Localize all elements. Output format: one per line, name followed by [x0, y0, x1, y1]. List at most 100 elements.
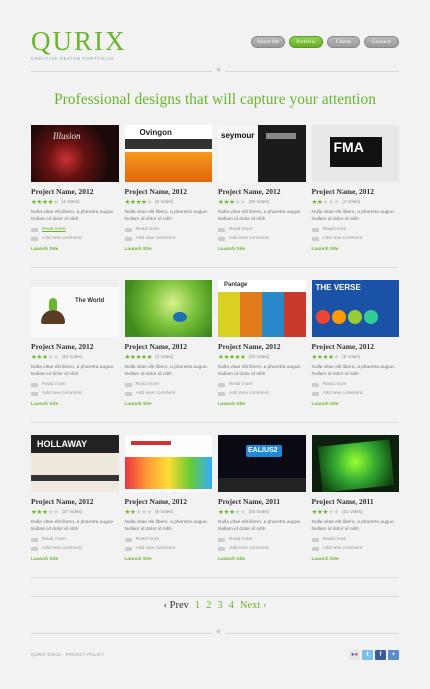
launch-site-link[interactable]: Launch Site	[218, 402, 306, 407]
rating: ★★★★★ (44 Votes)	[31, 353, 119, 361]
share-icon[interactable]: +	[388, 650, 399, 660]
read-more-link[interactable]: Read more	[311, 536, 400, 543]
add-comment-link[interactable]: Add new comment	[31, 235, 119, 242]
thumb-text: seymour	[221, 131, 255, 140]
nav-clients[interactable]: Clients	[327, 36, 360, 48]
launch-site-link[interactable]: Launch Site	[312, 557, 400, 562]
add-comment-link[interactable]: Add new comment	[218, 545, 306, 552]
read-more-link[interactable]: Read more	[31, 226, 119, 233]
project-thumbnail[interactable]	[124, 280, 212, 337]
project-card: seymour Project Name, 2012 ★★★★★ (39 Votes)…	[218, 125, 306, 280]
project-thumbnail[interactable]: FMA	[311, 125, 399, 182]
project-thumbnail[interactable]	[311, 435, 399, 492]
read-more-link[interactable]: Read more	[124, 226, 213, 233]
launch-site-link[interactable]: Launch Site	[218, 557, 306, 562]
facebook-icon[interactable]: f	[375, 650, 386, 660]
project-title[interactable]: Project Name, 2012	[31, 497, 119, 506]
read-more-link[interactable]: Read more	[311, 381, 400, 388]
page-link-4[interactable]: 4	[229, 600, 234, 611]
star-rating-icon[interactable]: ★★★★★	[125, 508, 153, 516]
project-title[interactable]: Project Name, 2012	[312, 187, 400, 196]
project-title[interactable]: Project Name, 2012	[31, 187, 119, 196]
nav-portfolio[interactable]: Portfolio	[289, 36, 323, 48]
star-rating-icon[interactable]: ★★★★★	[31, 353, 59, 361]
rating: ★★★★★ (4 Votes)	[312, 198, 400, 206]
project-thumbnail[interactable]: The World	[31, 280, 119, 337]
project-title[interactable]: Project Name, 2012	[125, 342, 213, 351]
read-more-link[interactable]: Read more	[31, 536, 119, 543]
launch-site-link[interactable]: Launch Site	[125, 557, 213, 562]
twitter-icon[interactable]: t	[362, 650, 373, 660]
project-title[interactable]: Project Name, 2012	[31, 342, 119, 351]
star-rating-icon[interactable]: ★★★★★	[125, 198, 153, 206]
star-rating-icon[interactable]: ★★★★★	[312, 353, 340, 361]
launch-site-link[interactable]: Launch Site	[312, 247, 400, 252]
add-comment-link[interactable]: Add new comment	[218, 390, 306, 397]
project-title[interactable]: Project Name, 2011	[218, 497, 306, 506]
star-rating-icon[interactable]: ★★★★★	[31, 508, 59, 516]
project-thumbnail[interactable]: EALIUS2	[218, 435, 306, 492]
launch-site-link[interactable]: Launch Site	[31, 557, 119, 562]
nav-about-me[interactable]: About Me	[251, 36, 285, 48]
next-page-link[interactable]: Next ›	[240, 600, 267, 611]
prev-page-link[interactable]: ‹ Prev	[164, 600, 189, 611]
add-comment-link[interactable]: Add new comment	[124, 390, 213, 397]
read-more-link[interactable]: Read more	[311, 226, 400, 233]
project-title[interactable]: Project Name, 2012	[125, 497, 213, 506]
launch-site-link[interactable]: Launch Site	[218, 247, 306, 252]
logo[interactable]: QURIX CREATIVE DESIGN PORTFOLIO	[31, 27, 127, 61]
add-comment-link[interactable]: Add new comment	[31, 390, 119, 397]
project-title[interactable]: Project Name, 2012	[312, 342, 400, 351]
vote-count: (37 Votes)	[61, 509, 83, 514]
add-comment-label: Add new comment	[135, 546, 176, 551]
star-rating-icon[interactable]: ★★★★★	[31, 198, 59, 206]
star-rating-icon[interactable]: ★★★★★	[312, 508, 340, 516]
project-thumbnail[interactable]	[124, 435, 212, 492]
comment-icon	[31, 236, 38, 241]
star-rating-icon[interactable]: ★★★★★	[125, 353, 153, 361]
add-comment-link[interactable]: Add new comment	[311, 545, 400, 552]
project-thumbnail[interactable]: seymour	[218, 125, 306, 182]
project-title[interactable]: Project Name, 2012	[125, 187, 213, 196]
project-thumbnail[interactable]: Pantage	[218, 280, 306, 337]
read-more-link[interactable]: Read more	[218, 381, 306, 388]
star-rating-icon[interactable]: ★★★★★	[218, 508, 246, 516]
add-comment-link[interactable]: Add new comment	[218, 235, 306, 242]
launch-site-link[interactable]: Launch Site	[125, 402, 213, 407]
star-rating-icon[interactable]: ★★★★★	[218, 353, 246, 361]
project-thumbnail[interactable]: Illusion	[31, 125, 119, 182]
project-title[interactable]: Project Name, 2012	[218, 342, 306, 351]
page-link-1[interactable]: 1	[195, 600, 200, 611]
page-link-2[interactable]: 2	[206, 600, 211, 611]
read-more-link[interactable]: Read more	[218, 536, 306, 543]
read-more-label: Read more	[229, 382, 253, 387]
document-icon	[124, 382, 132, 387]
read-more-link[interactable]: Read more	[218, 226, 306, 233]
read-more-link[interactable]: Read more	[31, 381, 119, 388]
project-title[interactable]: Project Name, 2012	[218, 187, 306, 196]
star-rating-icon[interactable]: ★★★★★	[312, 198, 340, 206]
nav-contacts[interactable]: Contacts	[364, 36, 399, 48]
add-comment-link[interactable]: Add new comment	[124, 235, 213, 242]
star-rating-icon[interactable]: ★★★★★	[218, 198, 246, 206]
add-comment-link[interactable]: Add new comment	[124, 545, 213, 552]
flickr-icon[interactable]: ● ●	[349, 650, 360, 660]
launch-site-link[interactable]: Launch Site	[31, 247, 119, 252]
comment-icon	[311, 236, 319, 241]
read-more-link[interactable]: Read more	[124, 381, 213, 388]
add-comment-link[interactable]: Add new comment	[31, 545, 119, 552]
project-thumbnail[interactable]: THE VERSE	[311, 280, 399, 337]
launch-site-link[interactable]: Launch Site	[125, 247, 213, 252]
project-card: Ovingon Project Name, 2012 ★★★★★ (6 Votes) N…	[124, 125, 213, 280]
project-title[interactable]: Project Name, 2011	[312, 497, 400, 506]
rating: ★★★★★ (37 Votes)	[31, 508, 119, 516]
project-thumbnail[interactable]: Ovingon	[124, 125, 212, 182]
add-comment-link[interactable]: Add new comment	[311, 390, 400, 397]
read-more-link[interactable]: Read more	[124, 536, 213, 543]
launch-site-link[interactable]: Launch Site	[31, 402, 119, 407]
read-more-label: Read more	[42, 382, 66, 387]
page-link-3[interactable]: 3	[217, 600, 222, 611]
add-comment-link[interactable]: Add new comment	[311, 235, 400, 242]
launch-site-link[interactable]: Launch Site	[312, 402, 400, 407]
project-thumbnail[interactable]: HOLLAWAY	[31, 435, 119, 492]
